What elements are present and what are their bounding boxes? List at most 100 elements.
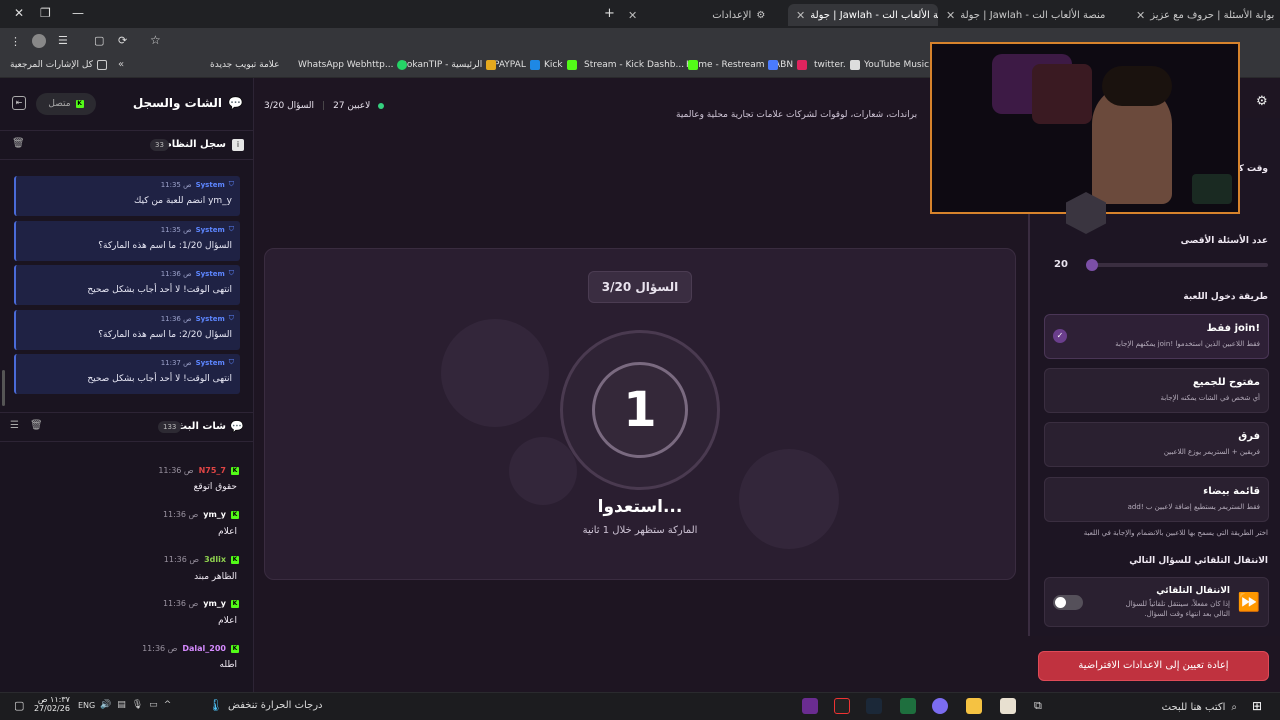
- task-view-icon[interactable]: ⧉: [1034, 699, 1042, 713]
- volume-icon[interactable]: 🔊: [100, 700, 111, 710]
- bookmark-label: YouTube Music: [864, 60, 930, 70]
- steam-app-icon[interactable]: [866, 698, 882, 714]
- windows-taskbar: ⊞ اكتب هنا للبحث ⌕ ⧉ درجات الحرارة تنخفض…: [0, 692, 1280, 720]
- bookmark-kick-dashboard[interactable]: Stream - Kick Dashb...: [584, 60, 699, 70]
- tab-search-icon[interactable]: ▢: [94, 34, 104, 47]
- taskbar-search[interactable]: اكتب هنا للبحث ⌕: [1080, 697, 1245, 717]
- trash-icon[interactable]: 🗑: [12, 138, 25, 149]
- tab-settings[interactable]: ✕ الإعدادات ⚙: [628, 4, 778, 26]
- battery-icon[interactable]: ▭: [149, 700, 158, 710]
- reset-defaults-button[interactable]: إعادة تعيين إلى الاعدادات الافتراضية: [1038, 651, 1269, 681]
- close-icon[interactable]: ✕: [796, 9, 805, 22]
- panel-header: الشات والسجل 💬: [133, 96, 243, 110]
- system-tray: 🔊 ▤ 🎙 ▭ ^: [100, 700, 171, 710]
- bookmark-dokantip[interactable]: DokanTIP - الرئيسية: [400, 60, 497, 70]
- username[interactable]: Dalal_200: [182, 644, 226, 653]
- chevron-left-icon[interactable]: «: [118, 59, 124, 70]
- decor-bubble: [509, 437, 577, 505]
- new-tab-icon[interactable]: +: [604, 6, 615, 21]
- username[interactable]: N75_7: [199, 466, 226, 475]
- bookmark-star-icon[interactable]: ☆: [150, 33, 161, 47]
- sender-name: System: [195, 269, 225, 278]
- mic-icon[interactable]: 🎙: [132, 700, 143, 710]
- online-dot-icon: [378, 103, 385, 109]
- more-menu-icon[interactable]: ⋮: [10, 35, 21, 48]
- scrollbar[interactable]: [2, 370, 5, 406]
- tab-jawlah-active[interactable]: ✕ جولة | Jawlah - منصة الألعاب الت...: [788, 4, 938, 26]
- close-icon[interactable]: ✕: [1136, 9, 1145, 22]
- timestamp: 11:36 ص: [160, 314, 192, 323]
- timestamp: 11:35 ص: [160, 225, 192, 234]
- close-icon[interactable]: ✕: [628, 9, 637, 22]
- max-questions-label: عدد الأسئلة الأقصى: [1180, 236, 1268, 246]
- bookmark-all[interactable]: كل الإشارات المرجعية: [10, 60, 107, 70]
- sender-name: System: [195, 358, 225, 367]
- bookmark-restream[interactable]: Home - Restream: [686, 60, 779, 70]
- bookmark-new-tab[interactable]: علامة تبويب جديدة: [210, 60, 280, 70]
- kick-icon: [566, 60, 577, 70]
- collapse-panel-icon[interactable]: ⇤: [12, 96, 26, 110]
- shield-icon: ⛉: [228, 314, 234, 322]
- extensions-icon[interactable]: ☰: [58, 34, 68, 47]
- streamer-hair: [1102, 66, 1172, 106]
- stream-chat-header[interactable]: 💬 شات البث 133 🗑 ☰: [0, 412, 254, 442]
- restore-window-icon[interactable]: ❐: [40, 6, 51, 20]
- abn-icon: [797, 60, 808, 70]
- twitch-app-icon[interactable]: [802, 698, 818, 714]
- tab-label: الإعدادات: [712, 9, 752, 21]
- join-option-whitelist[interactable]: قائمة بيضاء فقط الستريمر يستطيع إضافة لا…: [1044, 477, 1269, 522]
- app-icon[interactable]: [932, 698, 948, 714]
- avatar[interactable]: [32, 34, 46, 48]
- chevron-up-icon[interactable]: ^: [164, 700, 172, 710]
- bookmark-label: WhatsApp Webhttp...: [298, 60, 394, 70]
- paypal-icon: [529, 60, 540, 70]
- join-hint: اختر الطريقة التي يسمح بها للاعبين بالان…: [1083, 529, 1268, 537]
- downloads-icon[interactable]: ⟳: [118, 34, 127, 47]
- join-option-open[interactable]: مفتوح للجميع أي شخص في الشات يمكنه الإجا…: [1044, 368, 1269, 413]
- trash-icon[interactable]: 🗑: [30, 420, 43, 431]
- chrome-app-icon[interactable]: [1000, 698, 1016, 714]
- tab-questions-portal[interactable]: ✕ بوابة الأسئلة | حروف مع عزيز: [1136, 4, 1276, 26]
- notification-icon[interactable]: ▢: [14, 699, 24, 712]
- username[interactable]: ym_y: [203, 599, 226, 608]
- bookmark-label: كل الإشارات المرجعية: [10, 60, 93, 70]
- username[interactable]: 3dlix: [204, 555, 226, 564]
- join-option-teams[interactable]: فرق فريقين + الستريمر يوزع اللاعبين: [1044, 422, 1269, 467]
- option-desc: فقط اللاعبين الذين استخدموا !join يمكنهم…: [1115, 340, 1260, 348]
- folder-app-icon[interactable]: [966, 698, 982, 714]
- chat-bubble-icon: 💬: [228, 96, 243, 110]
- network-icon[interactable]: ▤: [117, 700, 126, 710]
- bookmark-paypal[interactable]: PAYPAL: [494, 60, 540, 70]
- username[interactable]: ym_y: [203, 510, 226, 519]
- system-log-header[interactable]: i سجل النظام 33 🗑: [0, 130, 254, 160]
- filter-icon[interactable]: ☰: [10, 420, 19, 431]
- bookmark-whatsapp[interactable]: WhatsApp Webhttp...: [298, 60, 408, 70]
- chat-message-text: اعلام: [218, 527, 237, 537]
- language-indicator[interactable]: ENG: [78, 701, 95, 710]
- close-icon[interactable]: ✕: [946, 9, 955, 22]
- slider-handle[interactable]: [1086, 259, 1098, 271]
- minimize-window-icon[interactable]: —: [72, 6, 84, 20]
- bookmark-abn[interactable]: ABN: [774, 60, 808, 70]
- gear-icon[interactable]: ⚙: [1256, 94, 1268, 109]
- keyboard-glow: [1192, 174, 1232, 204]
- clock[interactable]: ١١:٣٧ ص 27/02/26: [34, 695, 70, 713]
- join-option-join-only[interactable]: !join فقط فقط اللاعبين الذين استخدموا !j…: [1044, 314, 1269, 359]
- game-subtitle: براندات، شعارات، لوقوات لشركات علامات تج…: [676, 110, 918, 120]
- status-text: متصل: [48, 99, 71, 109]
- windows-start-icon[interactable]: ⊞: [1252, 699, 1262, 713]
- tab-jawlah-1[interactable]: ✕ جولة | Jawlah - منصة الألعاب الت...: [946, 4, 1106, 26]
- auto-next-toggle[interactable]: [1053, 595, 1083, 610]
- system-log-title: سجل النظام: [164, 139, 226, 150]
- kick-icon: K: [75, 100, 84, 108]
- obs-app-icon[interactable]: [834, 698, 850, 714]
- close-window-icon[interactable]: ✕: [14, 6, 24, 20]
- excel-app-icon[interactable]: [900, 698, 916, 714]
- bookmark-twitter[interactable]: twitter.: [814, 60, 860, 70]
- chat-message-meta: 11:36 ص 3dlix K: [164, 555, 239, 564]
- max-questions-slider[interactable]: [1090, 263, 1268, 267]
- bookmark-kick[interactable]: Kick: [544, 60, 577, 70]
- weather-text[interactable]: درجات الحرارة تنخفض: [228, 700, 323, 711]
- timestamp: 11:37 ص: [160, 358, 192, 367]
- kick-icon: [688, 60, 699, 70]
